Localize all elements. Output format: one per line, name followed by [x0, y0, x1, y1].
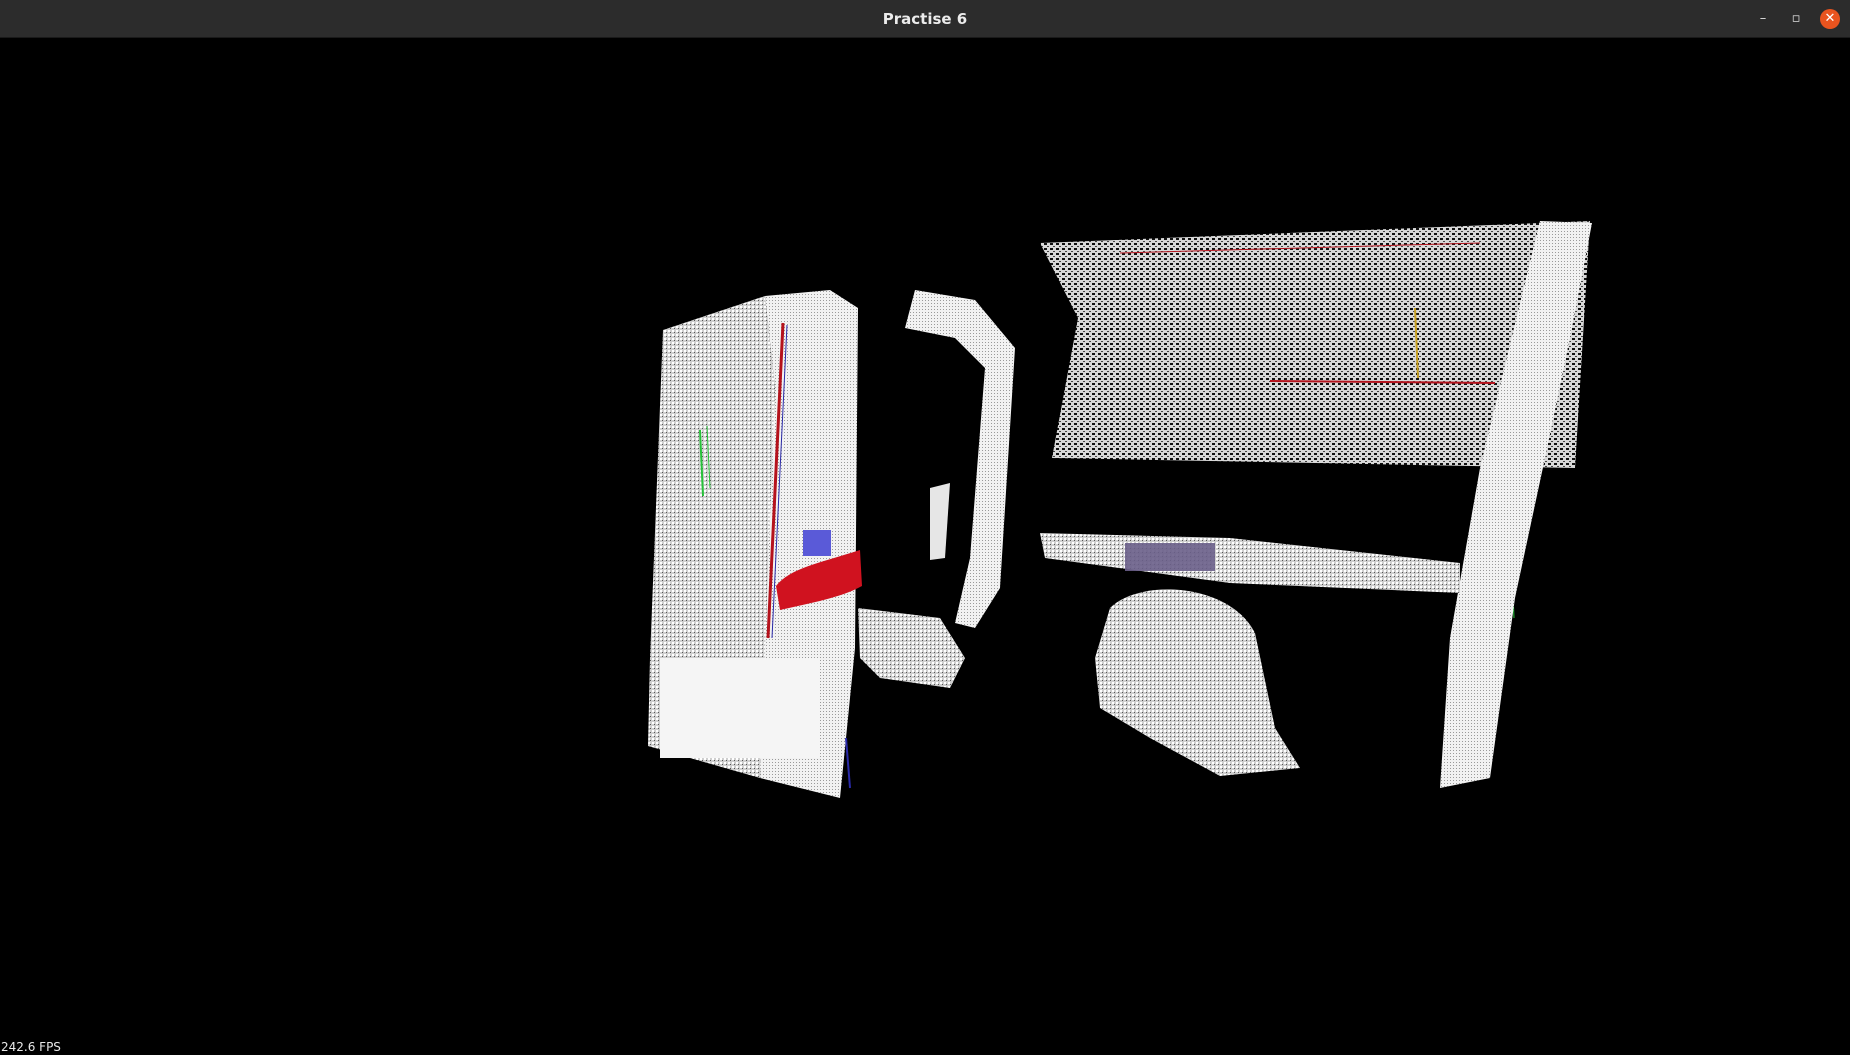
- cloud-shelf: [1040, 533, 1460, 593]
- point-cloud-viewport[interactable]: 242.6 FPS: [0, 38, 1850, 1055]
- close-button[interactable]: ✕: [1820, 9, 1840, 29]
- cloud-chair: [1095, 589, 1300, 776]
- fps-counter: 242.6 FPS: [1, 1040, 61, 1054]
- maximize-icon: ▫: [1791, 11, 1801, 26]
- minimize-icon: –: [1759, 11, 1767, 26]
- point-cloud-canvas[interactable]: [0, 38, 1850, 1055]
- cloud-blue-cluster: [803, 530, 831, 556]
- maximize-button[interactable]: ▫: [1786, 9, 1806, 29]
- minimize-button[interactable]: –: [1753, 9, 1773, 29]
- window-title: Practise 6: [882, 10, 968, 28]
- cloud-door-frame: [858, 290, 1015, 688]
- title-bar[interactable]: Practise 6 – ▫ ✕: [0, 0, 1850, 38]
- app-window: Practise 6 – ▫ ✕ 242.6 FPS: [0, 0, 1850, 1055]
- close-icon: ✕: [1824, 11, 1836, 26]
